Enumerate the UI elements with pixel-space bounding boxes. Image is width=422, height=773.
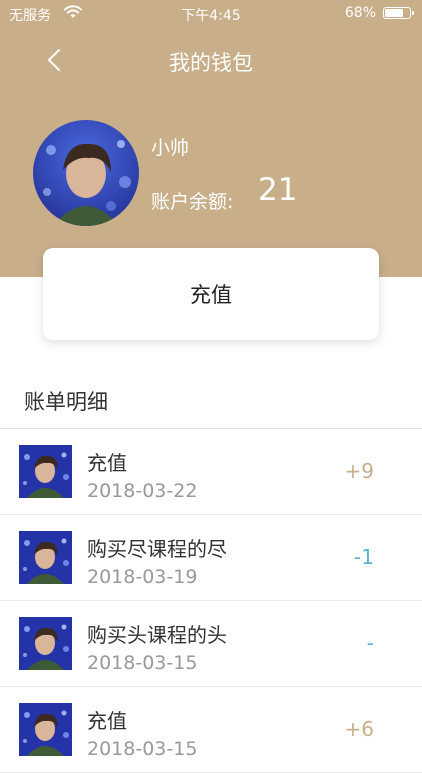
- battery-percentage: 68%: [344, 5, 376, 21]
- bill-thumbnail: [19, 703, 72, 756]
- bill-list: 充值 2018-03-22 +9 购买尽课程的尽 2018-03-19 -1 购…: [0, 429, 422, 773]
- bill-row[interactable]: 充值 2018-03-22 +9: [0, 429, 422, 515]
- username: 小帅: [151, 137, 190, 159]
- balance-value: 21: [258, 172, 298, 208]
- bill-row[interactable]: 购买尽课程的尽 2018-03-19 -1: [0, 515, 422, 601]
- balance-label: 账户余额:: [151, 191, 234, 213]
- user-avatar[interactable]: [33, 120, 139, 226]
- bill-amount: -: [366, 631, 374, 655]
- recharge-button-label: 充值: [190, 283, 232, 307]
- bill-amount: -1: [354, 545, 374, 569]
- bill-amount: +9: [344, 459, 374, 483]
- bill-thumbnail: [19, 531, 72, 584]
- bill-name: 充值: [87, 709, 127, 733]
- bill-row[interactable]: 充值 2018-03-15 +6: [0, 687, 422, 773]
- bill-row[interactable]: 购买头课程的头 2018-03-15 -: [0, 601, 422, 687]
- bill-date: 2018-03-15: [87, 652, 198, 674]
- bill-name: 购买头课程的头: [87, 623, 227, 647]
- recharge-button[interactable]: 充值: [43, 248, 379, 340]
- bill-name: 充值: [87, 451, 127, 475]
- bill-date: 2018-03-19: [87, 566, 198, 588]
- battery-icon: [383, 7, 414, 19]
- bill-thumbnail: [19, 617, 72, 670]
- battery-level: [385, 9, 403, 17]
- nav-bar: 我的钱包: [0, 40, 422, 80]
- bill-thumbnail: [19, 445, 72, 498]
- bill-date: 2018-03-15: [87, 738, 198, 760]
- bill-name: 购买尽课程的尽: [87, 537, 227, 561]
- bill-date: 2018-03-22: [87, 480, 198, 502]
- page-title: 我的钱包: [169, 51, 253, 75]
- status-bar: 无服务 下午4:45 68%: [0, 0, 422, 28]
- bill-amount: +6: [344, 717, 374, 741]
- bill-details-title: 账单明细: [24, 390, 108, 414]
